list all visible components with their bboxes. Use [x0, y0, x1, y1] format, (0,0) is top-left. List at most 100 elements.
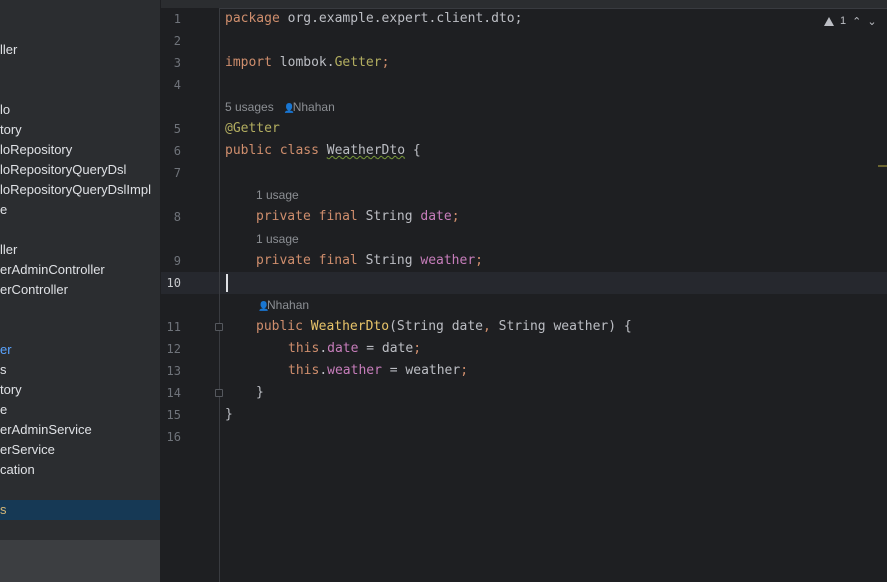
punctuation: , — [483, 319, 491, 334]
code-line: import lombok.Getter; — [225, 52, 389, 74]
punctuation: ; — [413, 341, 422, 356]
constructor-name: WeatherDto — [310, 319, 390, 334]
line-number: 11 — [166, 320, 181, 334]
usages-hint[interactable]: 1 usage — [256, 228, 299, 250]
fold-marker-icon[interactable] — [215, 389, 223, 397]
code-line: package org.example.expert.client.dto; — [225, 8, 522, 30]
tree-item[interactable]: e — [0, 400, 7, 420]
tree-item-selected[interactable]: s — [0, 500, 7, 520]
tree-item[interactable]: erAdminService — [0, 420, 92, 440]
line-number-current: 10 — [166, 276, 181, 290]
usages-hint[interactable]: 1 usage — [256, 184, 299, 206]
line-number: 3 — [173, 56, 181, 70]
scrollbar-marker[interactable] — [878, 165, 887, 167]
tree-item[interactable]: ller — [0, 240, 17, 260]
code-text: { — [405, 143, 421, 158]
inspection-widget[interactable]: 1 ⌃ ⌄ — [824, 12, 877, 30]
line-number: 13 — [166, 364, 181, 378]
code-text: = weather — [381, 363, 461, 378]
code-text: lombok. — [271, 55, 335, 70]
line-number: 5 — [173, 122, 181, 136]
line-number: 14 — [166, 386, 181, 400]
tree-item[interactable]: erAdminController — [0, 260, 105, 280]
code-text: . — [319, 363, 328, 378]
code-line: } — [256, 385, 264, 400]
project-tool-window: ller lo tory loRepository loRepositoryQu… — [0, 0, 160, 582]
field-name: date — [420, 209, 452, 224]
code-text: (String date — [389, 319, 483, 334]
keyword: package — [225, 11, 280, 26]
tree-item[interactable]: er — [0, 340, 12, 360]
code-text: = date — [358, 341, 414, 356]
line-number: 4 — [173, 78, 181, 92]
tree-item[interactable]: ller — [0, 40, 17, 60]
code-line: } — [225, 407, 233, 422]
author-label: Nhahan — [292, 100, 335, 114]
author-hint[interactable]: 👤Nhahan — [258, 294, 309, 316]
chevron-down-icon[interactable]: ⌄ — [867, 15, 876, 28]
field-name: weather — [327, 363, 382, 378]
line-number: 15 — [166, 408, 181, 422]
tree-item[interactable]: loRepositoryQueryDslImpl — [0, 180, 151, 200]
keyword: private final — [256, 253, 358, 268]
tree-item[interactable]: s — [0, 360, 7, 380]
tree-item[interactable]: tory — [0, 120, 22, 140]
line-number: 12 — [166, 342, 181, 356]
tree-selected-row — [0, 500, 160, 520]
punctuation: ; — [381, 55, 390, 70]
person-icon: 👤 — [258, 301, 270, 311]
tree-item[interactable]: loRepository — [0, 140, 72, 160]
text-caret — [226, 274, 228, 292]
code-line: this.weather = weather; — [288, 360, 468, 382]
line-number: 7 — [173, 166, 181, 180]
class-name: WeatherDto — [326, 143, 406, 158]
tree-item[interactable]: e — [0, 200, 7, 220]
fold-marker-icon[interactable] — [215, 323, 223, 331]
punctuation: ; — [460, 363, 469, 378]
usages-label: 5 usages — [225, 100, 274, 114]
annotation: @Getter — [225, 121, 280, 136]
code-text: String — [357, 253, 421, 268]
code-text: org.example.expert.client.dto; — [279, 11, 523, 26]
gutter-separator — [219, 8, 220, 582]
field-name: date — [327, 341, 359, 356]
sidebar-bottom-panel — [0, 540, 160, 582]
keyword: public class — [225, 143, 319, 158]
code-text: String weather) { — [490, 319, 632, 334]
warning-count: 1 — [840, 15, 847, 27]
code-line: public class WeatherDto { — [225, 140, 421, 162]
line-number: 8 — [173, 210, 181, 224]
tree-item[interactable]: loRepositoryQueryDsl — [0, 160, 126, 180]
line-number: 2 — [173, 34, 181, 48]
class-ref: Getter — [334, 55, 382, 70]
keyword: this — [288, 363, 320, 378]
code-line: this.date = date; — [288, 338, 421, 360]
tree-item[interactable]: cation — [0, 460, 35, 480]
code-line: @Getter — [225, 118, 280, 140]
tree-item[interactable]: erService — [0, 440, 55, 460]
keyword: public — [256, 319, 303, 334]
punctuation: ; — [475, 253, 483, 268]
keyword: this — [288, 341, 320, 356]
current-line-highlight — [161, 272, 887, 294]
field-name: weather — [420, 253, 476, 268]
tree-item[interactable]: tory — [0, 380, 22, 400]
author-label: Nhahan — [267, 298, 310, 312]
line-number: 16 — [166, 430, 181, 444]
person-icon: 👤 — [283, 103, 295, 113]
code-text: . — [319, 341, 328, 356]
code-text: String — [357, 209, 421, 224]
keyword: import — [225, 55, 272, 70]
keyword: private final — [256, 209, 358, 224]
code-line: public WeatherDto(String date, String we… — [256, 316, 632, 338]
punctuation: ; — [451, 209, 460, 224]
tree-item[interactable]: erController — [0, 280, 68, 300]
line-number: 9 — [173, 254, 181, 268]
warning-icon — [824, 16, 834, 26]
chevron-up-icon[interactable]: ⌃ — [852, 15, 861, 28]
usages-hint[interactable]: 5 usages 👤Nhahan — [225, 96, 335, 118]
code-line: private final String date; — [256, 206, 460, 228]
tree-item[interactable]: lo — [0, 100, 10, 120]
